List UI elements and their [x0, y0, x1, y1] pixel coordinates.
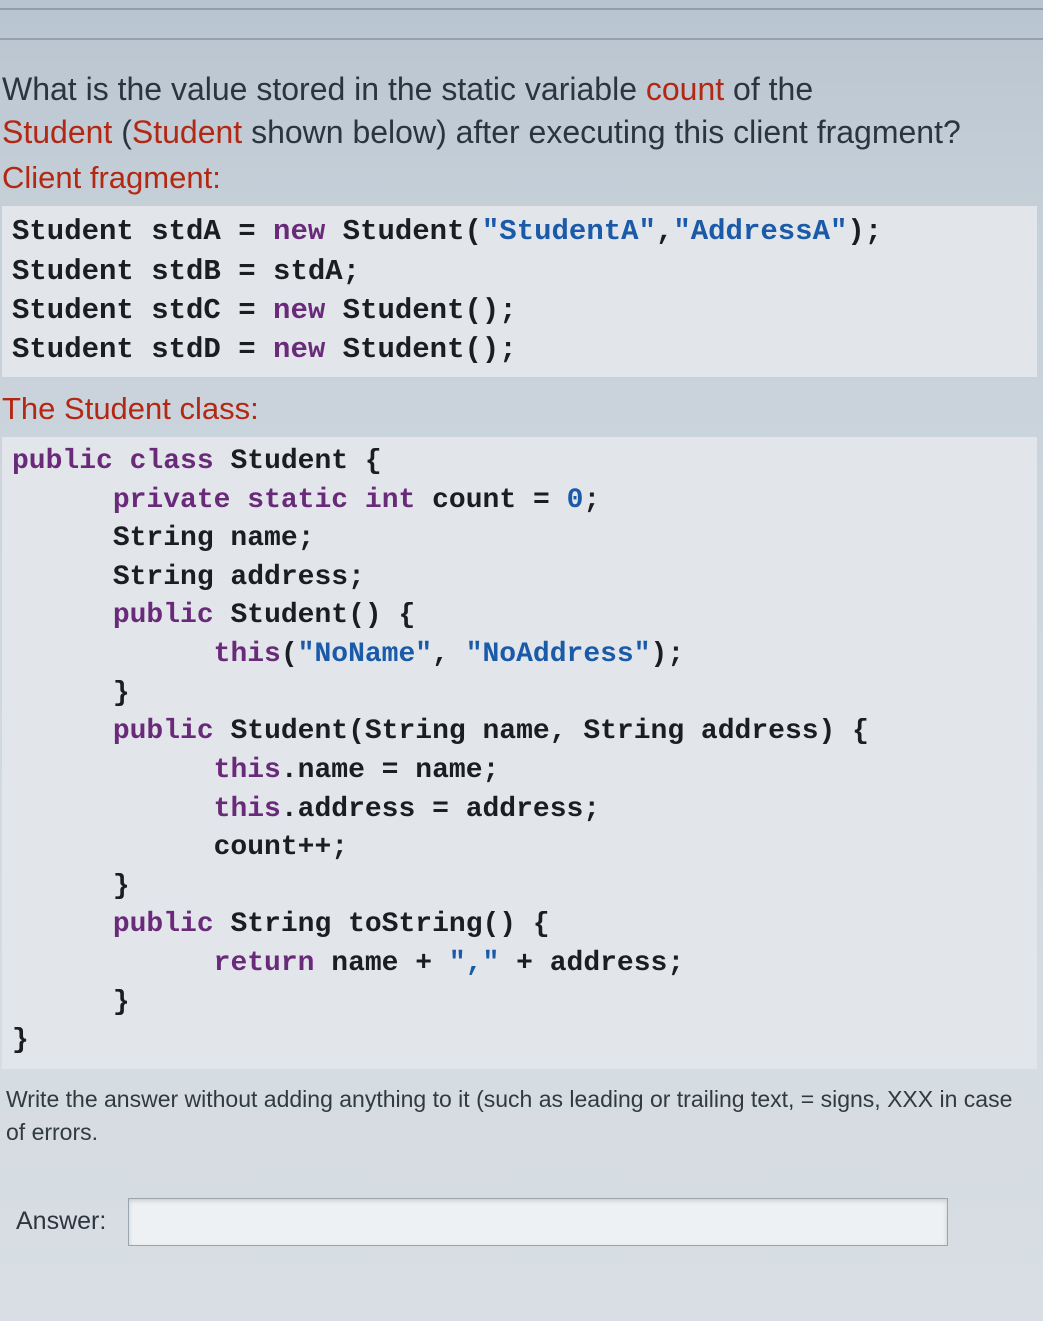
code-text	[12, 485, 113, 516]
question-part: What is the value stored in the static v…	[2, 71, 646, 107]
code-text: name +	[314, 948, 448, 979]
code-text: Student(	[325, 215, 482, 248]
code-text: Student();	[325, 294, 516, 327]
code-string: "NoName"	[298, 639, 432, 670]
answer-label: Answer:	[16, 1207, 106, 1236]
code-text: );	[651, 639, 685, 670]
student-class-label: The Student class:	[2, 391, 1037, 427]
code-keyword: private	[113, 485, 231, 516]
code-string: "NoAddress"	[466, 639, 651, 670]
code-text: Student stdA =	[12, 215, 273, 248]
question-part: shown below) after executing this client…	[242, 114, 961, 150]
code-keyword: new	[273, 294, 325, 327]
code-text	[12, 909, 113, 940]
code-text	[12, 639, 214, 670]
code-keyword: return	[214, 948, 315, 979]
code-text: Student {	[214, 446, 382, 477]
code-text: .address = address;	[281, 794, 600, 825]
code-keyword: public	[113, 716, 214, 747]
code-text	[348, 485, 365, 516]
answer-input[interactable]	[128, 1198, 948, 1246]
divider-line	[0, 38, 1043, 40]
code-text: String toString() {	[214, 909, 550, 940]
code-text: Student() {	[214, 600, 416, 631]
question-highlight-student: Student	[132, 114, 242, 150]
code-text: Student stdD =	[12, 333, 273, 366]
code-text: count++;	[12, 832, 348, 863]
code-text: Student();	[325, 333, 516, 366]
code-text: Student(String name, String address) {	[214, 716, 869, 747]
code-text: );	[847, 215, 882, 248]
code-keyword: new	[273, 333, 325, 366]
divider-line	[0, 8, 1043, 10]
code-keyword: public	[12, 446, 113, 477]
code-text: ;	[583, 485, 600, 516]
code-keyword: this	[214, 794, 281, 825]
code-text: Student stdB = stdA;	[12, 255, 360, 288]
code-text: (	[281, 639, 298, 670]
header-divider-area	[0, 0, 1043, 40]
code-string: ","	[449, 948, 499, 979]
code-text	[12, 600, 113, 631]
code-keyword: new	[273, 215, 325, 248]
code-text	[230, 485, 247, 516]
code-text: String address;	[12, 562, 365, 593]
code-text	[12, 716, 113, 747]
question-highlight-student: Student	[2, 114, 112, 150]
code-keyword: static	[247, 485, 348, 516]
code-text: String name;	[12, 523, 314, 554]
question-text: What is the value stored in the static v…	[2, 68, 1037, 154]
code-text: }	[12, 678, 130, 709]
class-code-block: public class Student { private static in…	[2, 437, 1037, 1069]
code-text	[12, 794, 214, 825]
code-text: ,	[432, 639, 466, 670]
code-text: + address;	[499, 948, 684, 979]
code-text	[113, 446, 130, 477]
code-keyword: this	[214, 755, 281, 786]
code-text: count =	[415, 485, 566, 516]
code-keyword: this	[214, 639, 281, 670]
code-string: "AddressA"	[673, 215, 847, 248]
question-content: What is the value stored in the static v…	[0, 68, 1043, 1246]
code-text: ,	[656, 215, 673, 248]
code-text	[12, 948, 214, 979]
answer-instructions: Write the answer without adding anything…	[6, 1083, 1033, 1150]
code-number: 0	[567, 485, 584, 516]
client-code-block: Student stdA = new Student("StudentA","A…	[2, 206, 1037, 377]
code-keyword: public	[113, 909, 214, 940]
question-highlight-count: count	[646, 71, 724, 107]
code-keyword: class	[130, 446, 214, 477]
client-fragment-label: Client fragment:	[2, 160, 1037, 196]
code-text: .name = name;	[281, 755, 499, 786]
code-text: }	[12, 1025, 29, 1056]
question-part: of the	[724, 71, 813, 107]
code-keyword: public	[113, 600, 214, 631]
question-part: (	[112, 114, 132, 150]
code-text: }	[12, 871, 130, 902]
code-text	[12, 755, 214, 786]
code-text: }	[12, 987, 130, 1018]
code-keyword: int	[365, 485, 415, 516]
answer-row: Answer:	[2, 1198, 1037, 1246]
code-text: Student stdC =	[12, 294, 273, 327]
code-string: "StudentA"	[482, 215, 656, 248]
